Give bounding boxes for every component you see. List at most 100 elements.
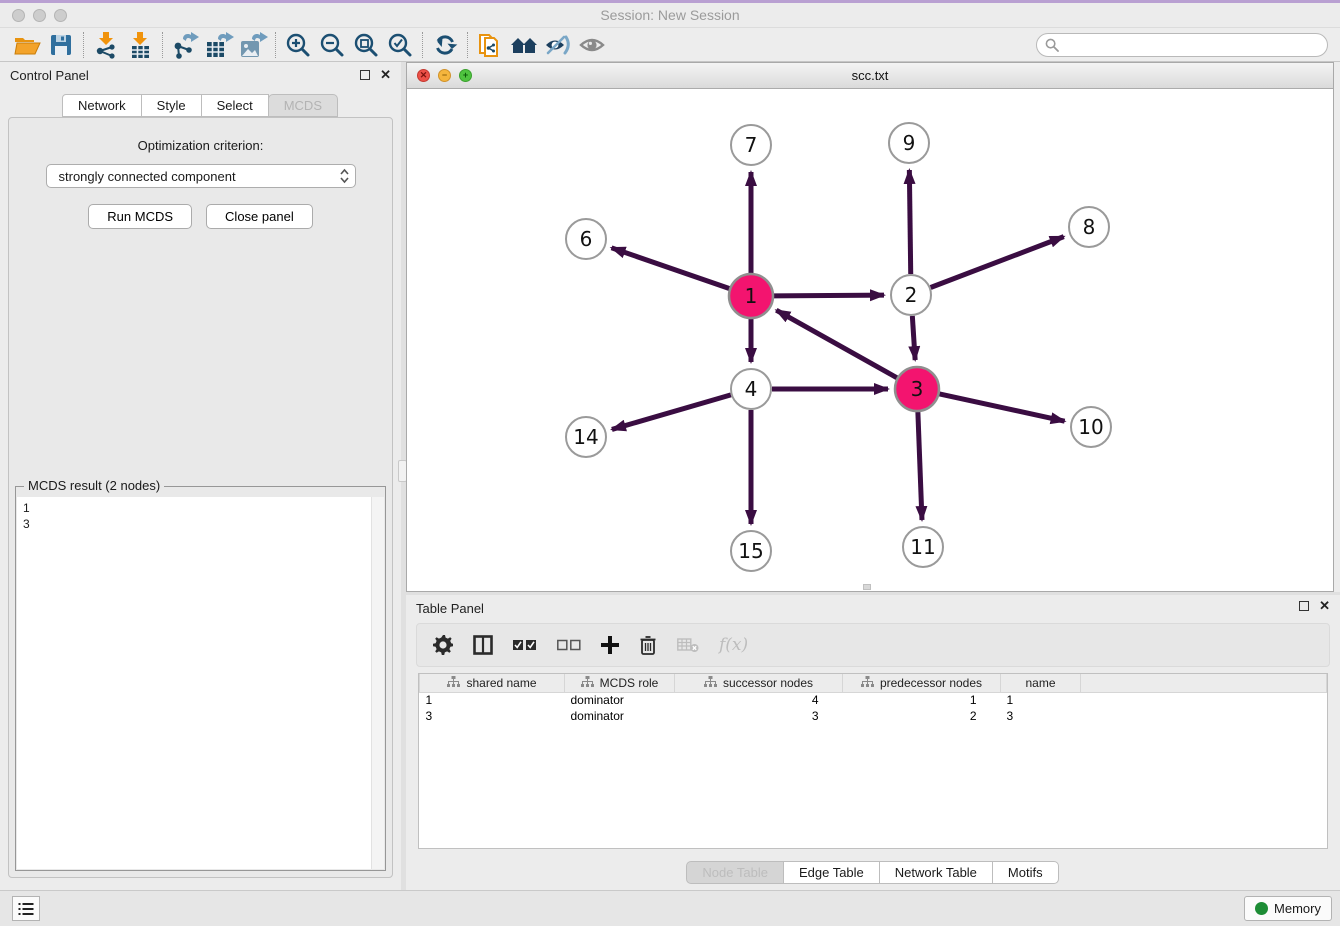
cell-predecessor-nodes[interactable]: 2 bbox=[843, 708, 1001, 724]
edge-4-to-14[interactable] bbox=[612, 395, 731, 430]
cell-shared-name[interactable]: 1 bbox=[420, 692, 565, 708]
zoom-fit-selected-icon[interactable] bbox=[383, 30, 417, 60]
criterion-select[interactable]: strongly connected component bbox=[46, 164, 356, 188]
svg-text:3: 3 bbox=[911, 377, 924, 401]
column-header-predecessor-nodes[interactable]: predecessor nodes bbox=[843, 674, 1001, 692]
graph-node-2[interactable]: 2 bbox=[891, 275, 931, 315]
delete-column-trash-icon[interactable] bbox=[639, 635, 657, 655]
network-window-titlebar[interactable]: ✕ − + scc.txt bbox=[407, 63, 1333, 89]
network-canvas[interactable]: 7 9 6 8 1 2 4 3 14 10 15 11 bbox=[407, 89, 1333, 591]
tab-motifs[interactable]: Motifs bbox=[992, 861, 1059, 884]
task-history-button[interactable] bbox=[12, 896, 40, 921]
canvas-resize-grip[interactable] bbox=[863, 584, 871, 590]
cell-successor-nodes[interactable]: 3 bbox=[675, 708, 843, 724]
export-network-icon[interactable] bbox=[168, 30, 202, 60]
zoom-fit-content-icon[interactable] bbox=[349, 30, 383, 60]
edge-3-to-11[interactable] bbox=[918, 412, 922, 520]
cell-name[interactable]: 1 bbox=[1001, 692, 1081, 708]
import-table-icon[interactable] bbox=[123, 30, 157, 60]
edge-2-to-8[interactable] bbox=[931, 237, 1064, 288]
cell-MCDS-role[interactable]: dominator bbox=[565, 708, 675, 724]
column-header-shared-name[interactable]: shared name bbox=[420, 674, 565, 692]
status-bar: Memory bbox=[0, 890, 1340, 926]
mcds-result-list[interactable]: 13 bbox=[17, 497, 384, 869]
memory-button[interactable]: Memory bbox=[1244, 896, 1332, 921]
graph-node-11[interactable]: 11 bbox=[903, 527, 943, 567]
tab-mcds[interactable]: MCDS bbox=[268, 94, 338, 117]
column-header-successor-nodes[interactable]: successor nodes bbox=[675, 674, 843, 692]
save-session-icon[interactable] bbox=[44, 30, 78, 60]
cell-successor-nodes[interactable]: 4 bbox=[675, 692, 843, 708]
graph-node-4[interactable]: 4 bbox=[731, 369, 771, 409]
table-panel: Table Panel ✕ bbox=[406, 595, 1340, 890]
graph-node-6[interactable]: 6 bbox=[566, 219, 606, 259]
toolbar-separator bbox=[83, 32, 84, 58]
table-toolbar: f(x) bbox=[416, 623, 1330, 667]
edge-3-to-10[interactable] bbox=[939, 394, 1064, 421]
close-table-panel-icon[interactable]: ✕ bbox=[1319, 601, 1330, 611]
search-input[interactable] bbox=[1064, 38, 1319, 52]
svg-text:4: 4 bbox=[745, 377, 758, 401]
float-panel-icon[interactable] bbox=[360, 70, 370, 80]
graph-node-3[interactable]: 3 bbox=[895, 367, 939, 411]
hide-selected-icon[interactable] bbox=[541, 30, 575, 60]
global-search[interactable] bbox=[1036, 33, 1328, 57]
table-row[interactable]: 3dominator323 bbox=[420, 708, 1327, 724]
show-hidden-eye-icon[interactable] bbox=[575, 30, 609, 60]
column-header-name[interactable]: name bbox=[1001, 674, 1081, 692]
app-titlebar: Session: New Session bbox=[0, 3, 1340, 28]
tab-network[interactable]: Network bbox=[62, 94, 142, 117]
export-table-icon[interactable] bbox=[202, 30, 236, 60]
tab-edge-table[interactable]: Edge Table bbox=[783, 861, 880, 884]
graph-node-15[interactable]: 15 bbox=[731, 531, 771, 571]
tab-select[interactable]: Select bbox=[201, 94, 269, 117]
result-scrollbar[interactable] bbox=[371, 497, 384, 869]
graph-node-1[interactable]: 1 bbox=[729, 274, 773, 318]
function-builder-icon[interactable]: f(x) bbox=[719, 635, 748, 655]
cell-predecessor-nodes[interactable]: 1 bbox=[843, 692, 1001, 708]
clone-network-icon[interactable] bbox=[473, 30, 507, 60]
add-column-icon[interactable] bbox=[601, 636, 619, 654]
graph-node-7[interactable]: 7 bbox=[731, 125, 771, 165]
edge-1-to-2[interactable] bbox=[774, 295, 884, 296]
network-view-window: ✕ − + scc.txt 7 9 6 8 1 2 4 3 14 10 15 11 bbox=[406, 62, 1334, 592]
first-neighbors-icon[interactable] bbox=[507, 30, 541, 60]
close-panel-icon[interactable]: ✕ bbox=[380, 70, 391, 80]
cell-name[interactable]: 3 bbox=[1001, 708, 1081, 724]
svg-text:8: 8 bbox=[1083, 215, 1096, 239]
graph-node-14[interactable]: 14 bbox=[566, 417, 606, 457]
network-graph[interactable]: 7 9 6 8 1 2 4 3 14 10 15 11 bbox=[407, 89, 1333, 591]
cell-shared-name[interactable]: 3 bbox=[420, 708, 565, 724]
run-mcds-button[interactable]: Run MCDS bbox=[88, 204, 192, 229]
graph-node-8[interactable]: 8 bbox=[1069, 207, 1109, 247]
delete-table-icon[interactable] bbox=[677, 637, 699, 653]
hierarchy-icon bbox=[447, 676, 460, 690]
deselect-all-checkboxes-icon[interactable] bbox=[557, 639, 581, 651]
open-session-icon[interactable] bbox=[10, 30, 44, 60]
graph-node-9[interactable]: 9 bbox=[889, 123, 929, 163]
tab-style[interactable]: Style bbox=[141, 94, 202, 117]
table-row[interactable]: 1dominator411 bbox=[420, 692, 1327, 708]
edge-1-to-6[interactable] bbox=[612, 248, 730, 289]
tab-node-table[interactable]: Node Table bbox=[686, 861, 784, 884]
svg-text:6: 6 bbox=[580, 227, 593, 251]
tab-network-table[interactable]: Network Table bbox=[879, 861, 993, 884]
edge-2-to-3[interactable] bbox=[912, 316, 915, 360]
column-view-icon[interactable] bbox=[473, 635, 493, 655]
float-table-panel-icon[interactable] bbox=[1299, 601, 1309, 611]
edge-3-to-1[interactable] bbox=[776, 310, 897, 378]
edge-2-to-9[interactable] bbox=[909, 170, 910, 274]
table-tabs: Node TableEdge TableNetwork TableMotifs bbox=[406, 861, 1340, 884]
column-header-MCDS-role[interactable]: MCDS role bbox=[565, 674, 675, 692]
cell-filler bbox=[1081, 692, 1327, 708]
cell-MCDS-role[interactable]: dominator bbox=[565, 692, 675, 708]
zoom-in-icon[interactable] bbox=[281, 30, 315, 60]
zoom-out-icon[interactable] bbox=[315, 30, 349, 60]
export-image-icon[interactable] bbox=[236, 30, 270, 60]
graph-node-10[interactable]: 10 bbox=[1071, 407, 1111, 447]
close-panel-button[interactable]: Close panel bbox=[206, 204, 313, 229]
settings-gear-icon[interactable] bbox=[433, 635, 453, 655]
import-network-icon[interactable] bbox=[89, 30, 123, 60]
select-all-checkboxes-icon[interactable] bbox=[513, 639, 537, 651]
refresh-icon[interactable] bbox=[428, 30, 462, 60]
